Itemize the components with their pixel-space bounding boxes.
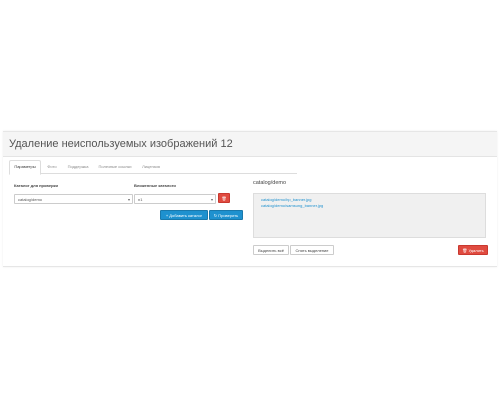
- results-title: catalog/demo: [253, 180, 287, 186]
- results-list: catalog/demo/hp_banner.jpg catalog/demo/…: [253, 193, 486, 238]
- delete-button[interactable]: 🗑 Удалить: [458, 245, 488, 255]
- catalog-select-value: catalog/demo: [18, 197, 43, 202]
- tab-photo[interactable]: Фото: [44, 161, 60, 173]
- add-catalog-label: Добавить каталог: [169, 213, 203, 218]
- chevron-down-icon: ▾: [210, 197, 213, 202]
- delete-label: Удалить: [468, 248, 484, 253]
- tab-useful-links[interactable]: Полезные ссылки: [95, 161, 135, 173]
- clear-selection-button[interactable]: Снять выделение: [290, 245, 334, 255]
- page: Удаление неиспользуемых изображений 12 П…: [0, 0, 500, 400]
- add-catalog-button[interactable]: + Добавить каталог: [160, 210, 208, 220]
- nested-select-value: n1: [138, 197, 143, 202]
- nested-select[interactable]: n1 ▾: [134, 194, 216, 204]
- remove-row-button[interactable]: 🗑: [218, 193, 230, 203]
- panel-heading: Удаление неиспользуемых изображений 12: [3, 132, 497, 157]
- tab-parameters[interactable]: Параметры: [9, 160, 41, 175]
- tab-license[interactable]: Лицензия: [139, 161, 163, 173]
- result-file-link[interactable]: catalog/demo/samsung_banner.jpg: [261, 203, 323, 208]
- check-button[interactable]: ↻ Проверить: [209, 210, 243, 220]
- tab-support[interactable]: Поддержка: [65, 161, 91, 173]
- nested-label: Вложенные каталоги: [134, 183, 176, 188]
- check-label: Проверить: [218, 213, 239, 218]
- chevron-down-icon: ▾: [127, 197, 130, 202]
- tab-bar: Параметры Фото Поддержка Полезные ссылки…: [9, 160, 297, 175]
- select-all-button[interactable]: Выделить всё: [253, 245, 289, 255]
- catalog-select[interactable]: catalog/demo ▾: [14, 194, 133, 204]
- catalog-label: Каталог для проверки: [14, 183, 58, 188]
- trash-icon: 🗑: [221, 196, 227, 201]
- result-file-link[interactable]: catalog/demo/hp_banner.jpg: [261, 197, 311, 202]
- page-title: Удаление неиспользуемых изображений 12: [9, 138, 233, 150]
